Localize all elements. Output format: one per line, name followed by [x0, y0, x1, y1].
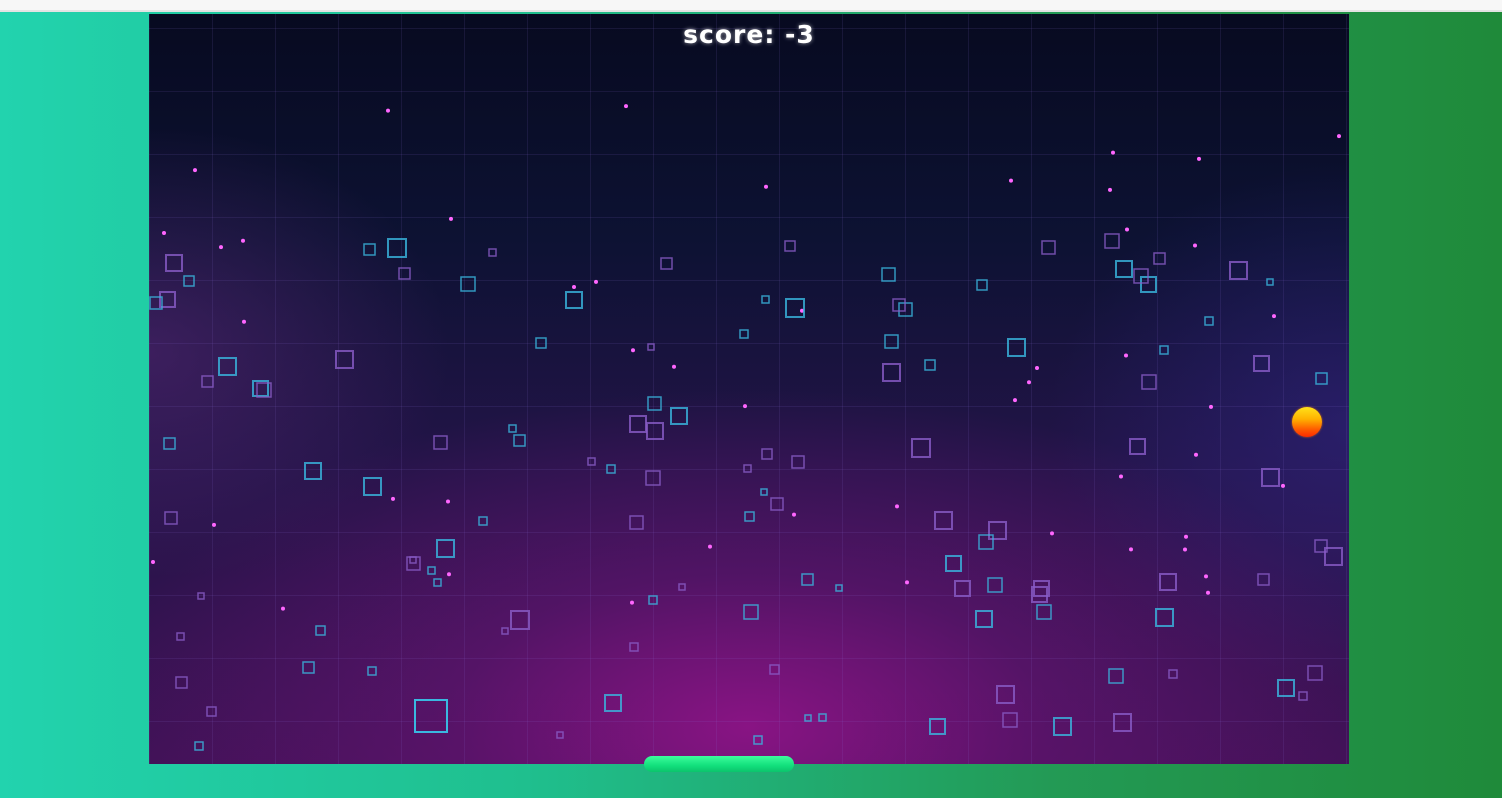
game-area[interactable]: score: -3	[149, 14, 1349, 764]
background-decoration	[149, 14, 1343, 751]
score-display: score: -3	[683, 20, 815, 49]
paddle[interactable]	[644, 756, 794, 772]
ball	[1292, 407, 1322, 437]
top-strip	[0, 0, 1502, 12]
